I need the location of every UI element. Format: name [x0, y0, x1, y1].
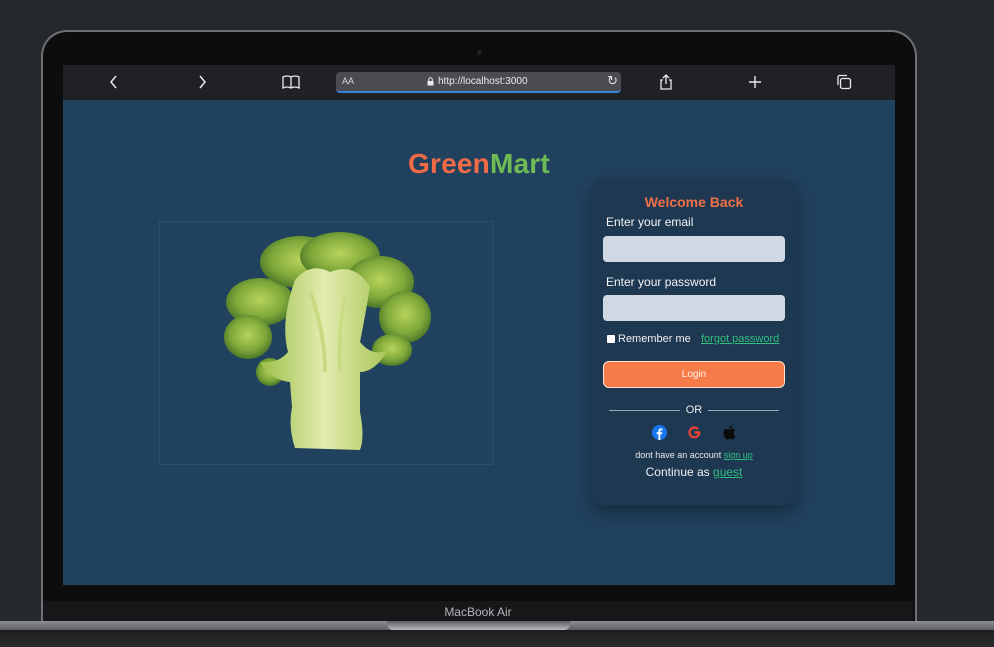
url-text: http://localhost:3000 [427, 76, 528, 87]
lock-icon [427, 77, 434, 86]
new-tab-icon[interactable] [744, 71, 766, 93]
google-icon[interactable] [686, 424, 702, 440]
or-label: OR [685, 404, 703, 416]
email-label: Enter your email [606, 215, 694, 229]
broccoli-image [224, 232, 431, 450]
brand-part-mart: Mart [489, 148, 550, 179]
url-label: http://localhost:3000 [438, 76, 528, 87]
back-icon[interactable] [103, 71, 125, 93]
signup-link[interactable]: sign up [724, 450, 753, 460]
browser-screen: AA http://localhost:3000 ↻ GreenMart Wel… [63, 65, 895, 585]
password-label: Enter your password [606, 275, 717, 289]
checkbox-box[interactable] [607, 335, 615, 343]
password-field[interactable] [603, 295, 785, 321]
camera-dot [477, 50, 482, 55]
apple-icon[interactable] [721, 424, 737, 440]
device-label: MacBook Air [444, 605, 512, 619]
address-bar[interactable]: AA http://localhost:3000 ↻ [336, 72, 621, 93]
login-card: Welcome Back Enter your email Enter your… [591, 179, 797, 505]
bookmarks-icon[interactable] [280, 71, 302, 93]
social-login-row [651, 424, 737, 440]
login-title: Welcome Back [644, 194, 744, 210]
facebook-icon[interactable] [651, 424, 667, 440]
browser-toolbar: AA http://localhost:3000 ↻ [63, 65, 895, 100]
remember-me-label: Remember me [618, 333, 691, 345]
guest-link[interactable]: guest [713, 465, 742, 479]
remember-me-checkbox[interactable]: Remember me [607, 333, 691, 345]
or-divider: OR [609, 404, 779, 416]
share-icon[interactable] [655, 71, 677, 93]
login-button[interactable]: Login [603, 361, 785, 388]
guest-row: Continue as guest [591, 465, 797, 479]
text-size-button[interactable]: AA [342, 76, 354, 86]
reload-icon[interactable]: ↻ [607, 73, 618, 89]
brand-part-green: Green [408, 148, 490, 179]
forward-icon[interactable] [191, 71, 213, 93]
guest-prompt: Continue as [645, 465, 710, 479]
divider-line-left [609, 409, 680, 411]
laptop-hinge-notch [387, 621, 570, 630]
signup-row: dont have an account sign up [591, 450, 797, 460]
signup-prompt: dont have an account [635, 450, 722, 460]
email-field[interactable] [603, 236, 785, 262]
laptop-bezel: MacBook Air [43, 601, 913, 623]
forgot-password-link[interactable]: forgot password [701, 333, 779, 345]
divider-line-right [708, 409, 779, 411]
tabs-icon[interactable] [833, 71, 855, 93]
laptop-base-shadow [0, 630, 994, 647]
hero-image-frame [159, 221, 493, 465]
brand-logo: GreenMart [408, 148, 550, 180]
